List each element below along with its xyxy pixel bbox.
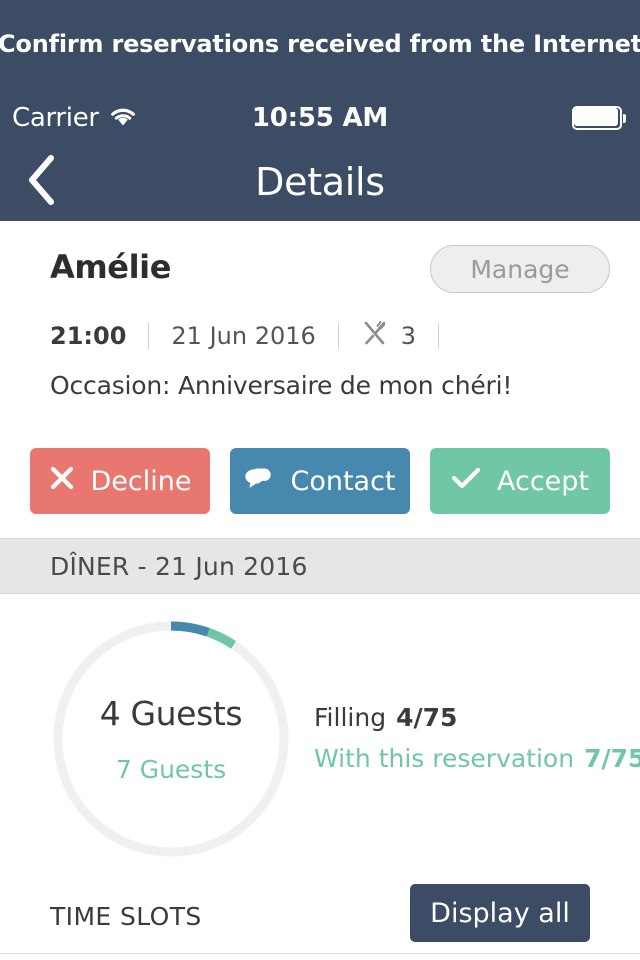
meta-divider	[148, 323, 150, 349]
manage-button-label: Manage	[470, 254, 570, 284]
party-size-value: 3	[400, 322, 417, 350]
manage-button[interactable]: Manage	[430, 245, 610, 293]
donut-primary-label: 4 Guests	[99, 694, 243, 733]
accept-button[interactable]: Accept	[430, 448, 610, 514]
with-reservation-label: With this reservation	[314, 744, 575, 773]
contact-button[interactable]: Contact	[230, 448, 410, 514]
reservation-meta-row: 21:00 21 Jun 2016 3	[50, 319, 461, 353]
filling-value: 4/75	[396, 703, 458, 732]
action-button-row: Decline Contact Accept	[0, 448, 640, 514]
decline-button[interactable]: Decline	[30, 448, 210, 514]
guest-name: Amélie	[50, 248, 172, 286]
filling-row: Filling 4/75	[314, 703, 640, 732]
with-reservation-row: With this reservation 7/75	[314, 744, 640, 773]
reservation-time: 21:00	[50, 322, 127, 350]
check-icon	[451, 465, 481, 498]
occasion-text: Occasion: Anniversaire de mon chéri!	[50, 371, 513, 400]
contact-button-label: Contact	[290, 465, 396, 497]
instruction-banner: Confirm reservations received from the I…	[0, 0, 640, 88]
donut-secondary-label: 7 Guests	[115, 755, 227, 784]
service-section-title: DÎNER - 21 Jun 2016	[50, 551, 308, 581]
reservation-card: Amélie Manage 21:00 21 Jun 2016 3 Occasi…	[0, 221, 640, 400]
display-all-button[interactable]: Display all	[410, 884, 590, 942]
donut-center-labels: 4 Guests 7 Guests	[50, 618, 292, 860]
page-title: Details	[255, 159, 385, 204]
meta-divider	[438, 323, 440, 349]
bottom-divider	[0, 953, 640, 954]
decline-button-label: Decline	[90, 465, 192, 497]
filling-donut-chart: 4 Guests 7 Guests	[50, 618, 292, 860]
navigation-bar: Details	[0, 142, 640, 221]
status-bar: Carrier 10:55 AM	[0, 94, 640, 142]
battery-full-icon	[572, 106, 626, 130]
instruction-banner-text: Confirm reservations received from the I…	[0, 30, 640, 58]
with-reservation-value: 7/75	[584, 744, 640, 773]
top-bar: Confirm reservations received from the I…	[0, 0, 640, 221]
reservation-details-screen: Confirm reservations received from the I…	[0, 0, 640, 960]
close-x-icon	[49, 465, 75, 498]
party-size-group: 3	[361, 319, 416, 353]
service-section-header: DÎNER - 21 Jun 2016	[0, 538, 640, 594]
time-slots-row: TIME SLOTS Display all	[0, 884, 640, 954]
status-bar-time: 10:55 AM	[251, 103, 389, 133]
cutlery-icon	[361, 319, 389, 353]
filling-label: Filling	[314, 703, 387, 732]
display-all-label: Display all	[430, 897, 570, 929]
status-bar-right	[572, 94, 626, 142]
accept-button-label: Accept	[496, 465, 590, 497]
filling-legend: Filling 4/75 With this reservation 7/75	[314, 703, 640, 773]
reservation-date: 21 Jun 2016	[171, 322, 316, 350]
meta-divider	[337, 323, 339, 349]
time-slots-label: TIME SLOTS	[50, 902, 202, 931]
chat-bubbles-icon	[244, 465, 274, 498]
guest-header-row: Amélie Manage	[0, 221, 640, 293]
